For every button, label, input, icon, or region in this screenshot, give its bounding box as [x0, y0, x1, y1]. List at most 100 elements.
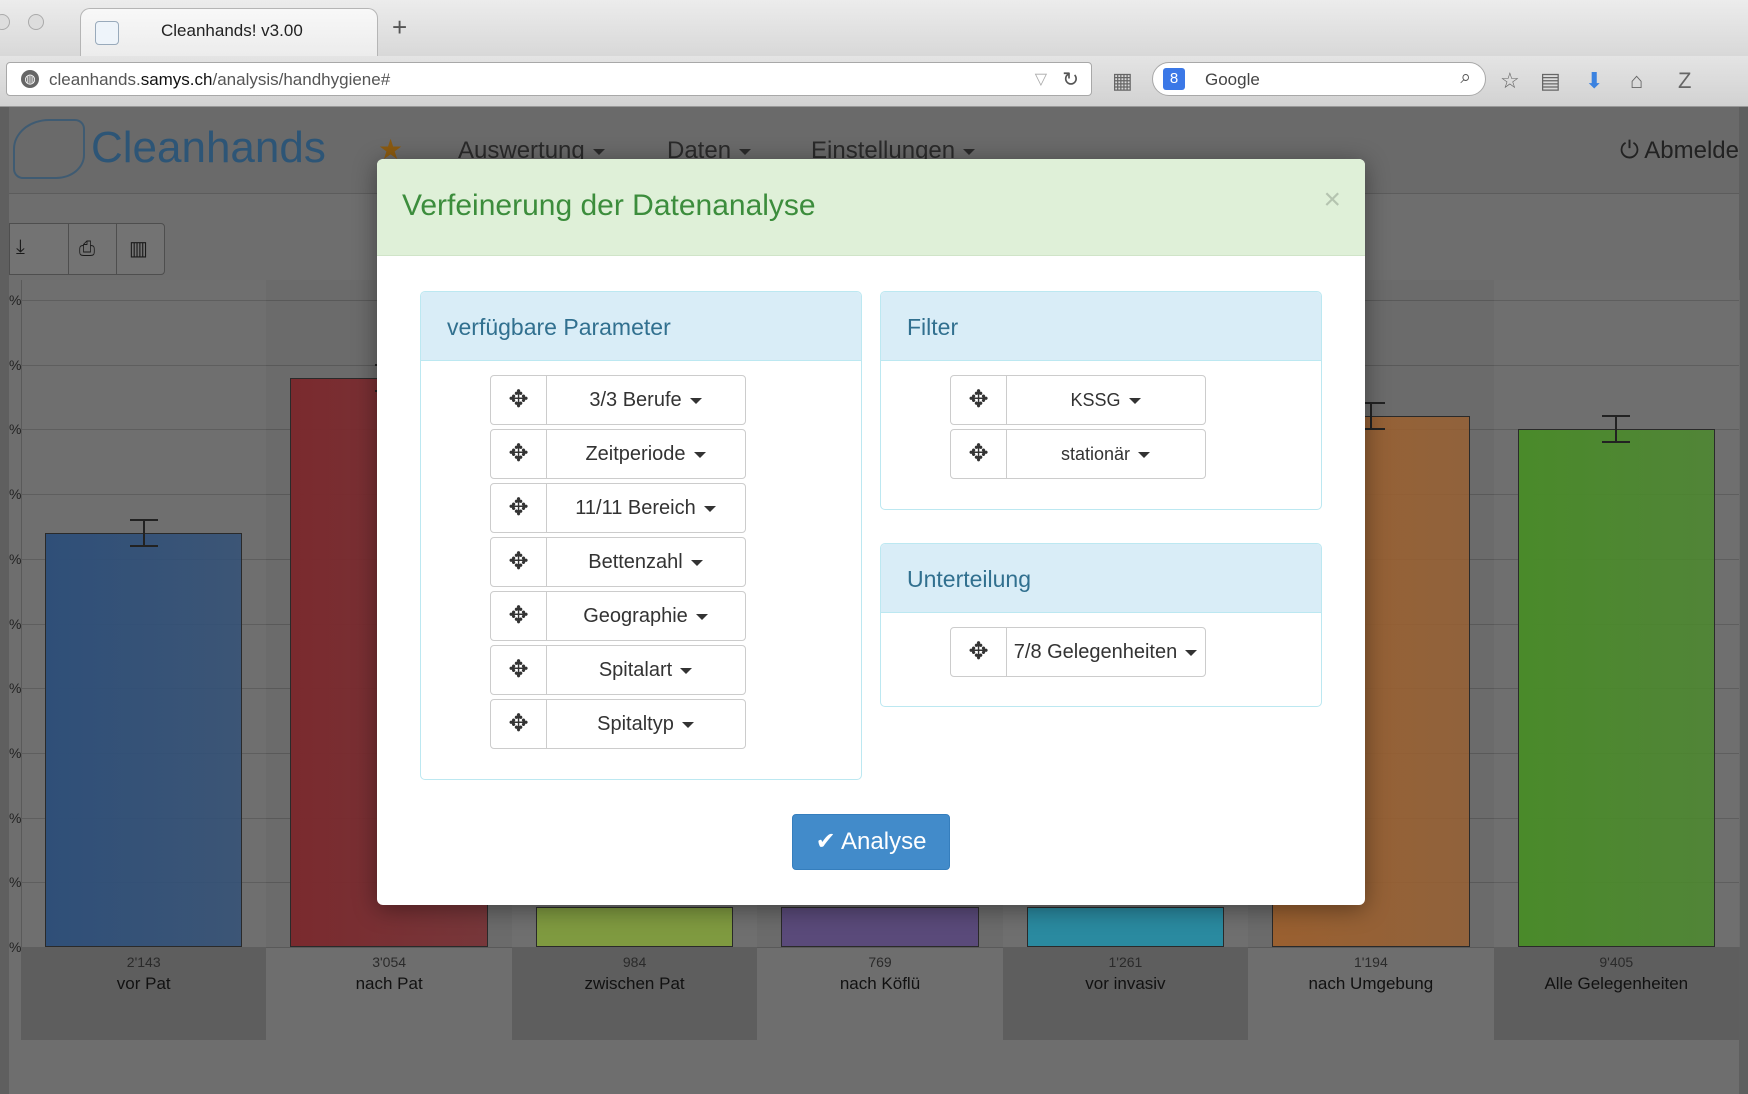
parameter-item[interactable]: ✥ Geographie — [490, 591, 746, 641]
panel-header: Filter — [881, 292, 1321, 361]
y-tick-label: % — [9, 615, 22, 632]
parameter-item[interactable]: ✥ Spitaltyp — [490, 699, 746, 749]
move-handle-icon[interactable]: ✥ — [491, 592, 547, 640]
category-count: 984 — [622, 954, 647, 970]
bar-0[interactable] — [45, 532, 243, 947]
modal-close-button[interactable]: × — [1323, 185, 1341, 215]
parameter-item[interactable]: ✥ Spitalart — [490, 645, 746, 695]
move-handle-icon[interactable]: ✥ — [951, 376, 1007, 424]
reading-list-icon[interactable]: ▤ — [1540, 68, 1561, 94]
parameter-dropdown[interactable]: 11/11 Bereich — [546, 484, 745, 532]
filter-item[interactable]: ✥ stationär — [950, 429, 1206, 479]
bar-3[interactable] — [781, 907, 979, 947]
category-count: 9'405 — [1599, 954, 1634, 970]
move-handle-icon[interactable]: ✥ — [491, 376, 547, 424]
search-bar[interactable]: 8 Google ⌕ — [1152, 62, 1486, 96]
filter-panel: Filter ✥ KSSG ✥ stationär — [880, 291, 1322, 510]
parameter-dropdown[interactable]: 3/3 Berufe — [546, 376, 745, 424]
filter-label: stationär — [1060, 444, 1131, 464]
bar-6[interactable] — [1517, 429, 1715, 947]
logout-button[interactable]: ⏻ Abmelde — [1620, 137, 1739, 165]
move-handle-icon[interactable]: ✥ — [951, 628, 1007, 676]
parameter-item[interactable]: ✥ Bettenzahl — [490, 537, 746, 587]
reload-icon[interactable]: ↻ — [1062, 67, 1079, 92]
move-handle-icon[interactable]: ✥ — [491, 538, 547, 586]
parameter-dropdown[interactable]: Bettenzahl — [546, 538, 745, 586]
modal-title: Verfeinerung der Datenanalyse — [402, 189, 816, 222]
move-handle-icon[interactable]: ✥ — [491, 484, 547, 532]
modal-header: Verfeinerung der Datenanalyse × — [377, 159, 1365, 256]
y-tick-label: % — [9, 292, 22, 308]
window-close-button[interactable] — [0, 14, 10, 30]
dropdown-arrow-icon[interactable]: ▽ — [1035, 69, 1047, 89]
brand-title[interactable]: Cleanhands — [91, 123, 326, 173]
y-tick-label: % — [9, 550, 22, 567]
parameter-label: Spitaltyp — [597, 713, 674, 735]
bookmark-star-icon[interactable]: ☆ — [1500, 68, 1520, 94]
home-icon[interactable]: ⌂ — [1630, 68, 1643, 94]
browser-tab[interactable]: Cleanhands! v3.00 — [80, 8, 378, 56]
caret-down-icon — [690, 559, 703, 566]
tab-title: Cleanhands! v3.00 — [161, 21, 303, 40]
error-bar-cap — [1602, 415, 1631, 418]
grouping-label: 7/8 Gelegenheiten — [1013, 641, 1178, 663]
download-chart-button[interactable]: ⤓ — [16, 236, 25, 259]
apps-grid-icon[interactable]: ▦ — [1112, 68, 1133, 94]
parameter-item[interactable]: ✥ Zeitperiode — [490, 429, 746, 479]
analyse-button[interactable]: ✔ Analyse — [792, 814, 950, 870]
filter-label: KSSG — [1070, 390, 1121, 410]
print-button[interactable]: ⎙ — [68, 224, 95, 274]
error-bar — [142, 518, 145, 547]
parameter-label: Geographie — [583, 605, 688, 627]
zotero-icon[interactable]: Z — [1678, 68, 1691, 94]
category-count: 1'194 — [1353, 954, 1388, 970]
move-handle-icon[interactable]: ✥ — [491, 700, 547, 748]
category-label: vor Pat — [116, 974, 171, 993]
parameter-dropdown[interactable]: Spitalart — [546, 646, 745, 694]
analysis-modal: Verfeinerung der Datenanalyse × verfügba… — [377, 159, 1365, 905]
globe-icon: ◍ — [21, 70, 39, 88]
parameter-dropdown[interactable]: Geographie — [546, 592, 745, 640]
caret-down-icon — [1138, 452, 1151, 459]
category-label: nach Umgebung — [1308, 974, 1434, 993]
y-tick-label: % — [9, 744, 22, 761]
filter-item[interactable]: ✥ KSSG — [950, 375, 1206, 425]
panel-header: Unterteilung — [881, 544, 1321, 613]
gridline — [21, 947, 1739, 948]
panel-header: verfügbare Parameter — [421, 292, 861, 361]
parameter-label: Spitalart — [598, 659, 673, 681]
y-tick-label: % — [9, 680, 22, 697]
caret-down-icon — [689, 397, 702, 404]
parameter-item[interactable]: ✥ 11/11 Bereich — [490, 483, 746, 533]
bar-2[interactable] — [535, 907, 734, 947]
chart-type-button[interactable]: ▥ — [116, 224, 148, 274]
hands-logo-icon — [13, 119, 85, 179]
move-handle-icon[interactable]: ✥ — [951, 430, 1007, 478]
caret-down-icon — [693, 451, 706, 458]
grouping-panel: Unterteilung ✥ 7/8 Gelegenheiten — [880, 543, 1322, 707]
parameter-item[interactable]: ✥ 3/3 Berufe — [490, 375, 746, 425]
grouping-item[interactable]: ✥ 7/8 Gelegenheiten — [950, 627, 1206, 677]
parameter-dropdown[interactable]: Spitaltyp — [546, 700, 745, 748]
new-tab-button[interactable]: + — [392, 14, 407, 40]
bar-4[interactable] — [1026, 907, 1225, 947]
download-icon[interactable]: ⬇ — [1585, 68, 1603, 94]
y-tick-label: % — [9, 809, 22, 826]
y-tick-label: % — [9, 421, 22, 438]
parameter-dropdown[interactable]: Zeitperiode — [546, 430, 745, 478]
grouping-dropdown[interactable]: 7/8 Gelegenheiten — [1006, 628, 1205, 676]
search-engine-icon[interactable]: 8 — [1163, 68, 1185, 90]
caret-down-icon — [1185, 649, 1198, 656]
error-bar — [1615, 415, 1618, 444]
window-minimize-button[interactable] — [28, 14, 44, 30]
search-input[interactable]: Google — [1205, 70, 1260, 90]
url-bar[interactable]: ◍ cleanhands.samys.ch/analysis/handhygie… — [6, 62, 1092, 96]
search-icon[interactable]: ⌕ — [1460, 67, 1471, 89]
move-handle-icon[interactable]: ✥ — [491, 430, 547, 478]
filter-dropdown[interactable]: KSSG — [1006, 376, 1205, 424]
move-handle-icon[interactable]: ✥ — [491, 646, 547, 694]
error-bar-cap — [129, 518, 158, 521]
category-count: 1'261 — [1108, 954, 1143, 970]
browser-titlebar: Cleanhands! v3.00 + — [0, 0, 1748, 56]
filter-dropdown[interactable]: stationär — [1006, 430, 1205, 478]
